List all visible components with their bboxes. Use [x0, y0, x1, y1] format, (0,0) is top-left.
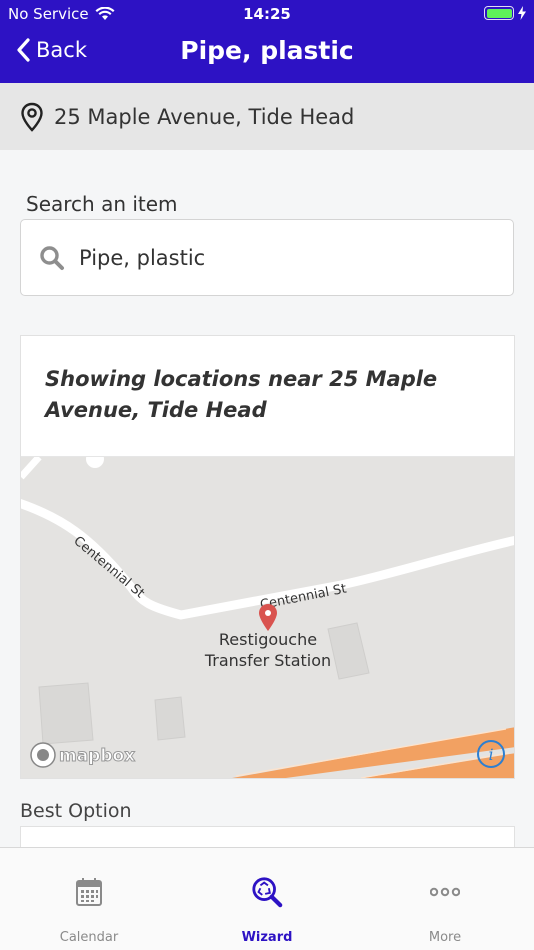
status-time: 14:25 [243, 5, 291, 23]
mapbox-wordmark: mapbox [59, 746, 135, 766]
svg-text:i: i [488, 745, 493, 764]
search-label: Search an item [26, 192, 178, 216]
battery-level [486, 8, 512, 18]
location-pin-icon [21, 102, 43, 132]
place-label: Transfer Station [204, 651, 331, 670]
chevron-left-icon [17, 38, 30, 62]
battery-indicator [484, 6, 526, 20]
tab-bar: Calendar Wizard More [0, 847, 534, 950]
search-input[interactable] [79, 245, 479, 270]
back-button[interactable]: Back [16, 38, 87, 62]
tab-more[interactable]: More [356, 848, 534, 950]
mapbox-logo[interactable]: mapbox [30, 742, 136, 768]
tab-wizard-label: Wizard [241, 930, 293, 945]
tab-more-label: More [428, 930, 462, 945]
map-building [38, 682, 94, 745]
map-view[interactable]: Centennial St Centennial St Restigouche … [21, 457, 515, 779]
locations-heading: Showing locations near 25 Maple Avenue, … [21, 336, 514, 457]
battery-icon [484, 6, 514, 20]
status-bar: No Service 14:25 [0, 0, 534, 26]
place-label: Restigouche [219, 630, 317, 649]
map-building [154, 696, 186, 741]
address-bar[interactable]: 25 Maple Avenue, Tide Head [0, 83, 534, 150]
tab-calendar[interactable]: Calendar [0, 848, 178, 950]
search-icon [40, 245, 64, 270]
navigation-bar: Back Pipe, plastic [0, 26, 534, 83]
calendar-icon [76, 878, 102, 906]
app-header: No Service 14:25 Back Pipe, plastic [0, 0, 534, 83]
tab-wizard[interactable]: Wizard [178, 848, 356, 950]
more-dots-icon [430, 887, 460, 897]
address-text: 25 Maple Avenue, Tide Head [54, 104, 355, 129]
recycle-search-icon [252, 877, 283, 908]
tab-calendar-label: Calendar [59, 930, 119, 945]
locations-card: Showing locations near 25 Maple Avenue, … [20, 335, 515, 779]
map-canvas[interactable]: Centennial St Centennial St Restigouche … [21, 457, 515, 779]
best-option-label: Best Option [20, 800, 132, 822]
back-label: Back [36, 38, 87, 62]
charging-bolt-icon [518, 6, 526, 20]
search-box[interactable] [20, 219, 514, 296]
